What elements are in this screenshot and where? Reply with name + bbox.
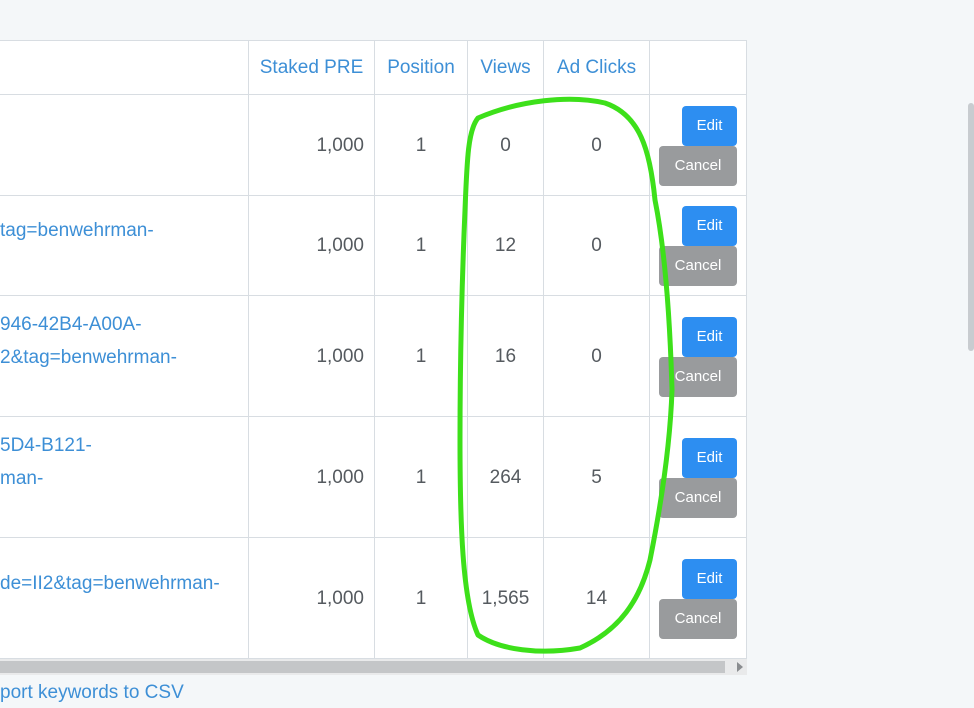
position-value: 1 bbox=[415, 466, 427, 488]
position-value: 1 bbox=[415, 345, 427, 367]
page-vertical-scrollbar[interactable] bbox=[968, 103, 974, 351]
edit-button[interactable]: Edit bbox=[682, 106, 737, 146]
views-value: 264 bbox=[489, 466, 522, 488]
ad-clicks-value: 0 bbox=[591, 235, 602, 256]
export-keywords-csv-link[interactable]: port keywords to CSV bbox=[0, 682, 184, 704]
edit-button[interactable]: Edit bbox=[682, 437, 737, 478]
edit-button[interactable]: Edit bbox=[682, 558, 737, 599]
column-divider bbox=[467, 41, 468, 658]
keyword-url-link[interactable]: man- bbox=[0, 468, 43, 490]
cancel-button[interactable]: Cancel bbox=[659, 246, 737, 286]
cancel-button[interactable]: Cancel bbox=[659, 356, 737, 397]
column-divider bbox=[374, 41, 375, 658]
scroll-right-arrow-icon[interactable] bbox=[737, 662, 743, 672]
column-divider bbox=[649, 41, 650, 658]
staked-pre-value: 1,000 bbox=[316, 587, 364, 609]
keywords-table: Staked PRE Position Views Ad Clicks 1,00… bbox=[0, 40, 747, 658]
cancel-button[interactable]: Cancel bbox=[659, 477, 737, 518]
column-divider bbox=[248, 41, 249, 658]
staked-pre-value: 1,000 bbox=[316, 135, 364, 156]
keyword-url-link[interactable]: 946-42B4-A00A- bbox=[0, 314, 142, 336]
header-ad-clicks[interactable]: Ad Clicks bbox=[544, 41, 649, 95]
staked-pre-value: 1,000 bbox=[316, 345, 364, 367]
views-value: 0 bbox=[500, 135, 511, 156]
scrollbar-thumb[interactable] bbox=[0, 661, 725, 673]
views-value: 12 bbox=[494, 235, 517, 256]
keyword-url-link[interactable]: 2&tag=benwehrman- bbox=[0, 347, 177, 369]
cancel-button[interactable]: Cancel bbox=[659, 146, 737, 186]
ad-clicks-value: 14 bbox=[585, 587, 608, 609]
views-value: 1,565 bbox=[481, 587, 530, 609]
keyword-url-link[interactable]: de=II2&tag=benwehrman- bbox=[0, 573, 220, 595]
cancel-button[interactable]: Cancel bbox=[659, 598, 737, 639]
edit-button[interactable]: Edit bbox=[682, 316, 737, 357]
ad-clicks-value: 0 bbox=[591, 345, 602, 367]
column-divider bbox=[543, 41, 544, 658]
ad-clicks-value: 5 bbox=[591, 466, 602, 488]
position-value: 1 bbox=[415, 235, 427, 256]
header-views[interactable]: Views bbox=[468, 41, 543, 95]
views-value: 16 bbox=[494, 345, 517, 367]
keyword-url-link[interactable]: tag=benwehrman- bbox=[0, 220, 154, 242]
position-value: 1 bbox=[415, 135, 427, 156]
header-staked-pre[interactable]: Staked PRE bbox=[249, 41, 374, 95]
position-value: 1 bbox=[415, 587, 427, 609]
ad-clicks-value: 0 bbox=[591, 135, 602, 156]
staked-pre-value: 1,000 bbox=[316, 466, 364, 488]
horizontal-scrollbar[interactable] bbox=[0, 658, 747, 675]
header-position[interactable]: Position bbox=[375, 41, 467, 95]
edit-button[interactable]: Edit bbox=[682, 206, 737, 246]
staked-pre-value: 1,000 bbox=[316, 235, 364, 256]
keyword-url-link[interactable]: 5D4-B121- bbox=[0, 435, 92, 457]
